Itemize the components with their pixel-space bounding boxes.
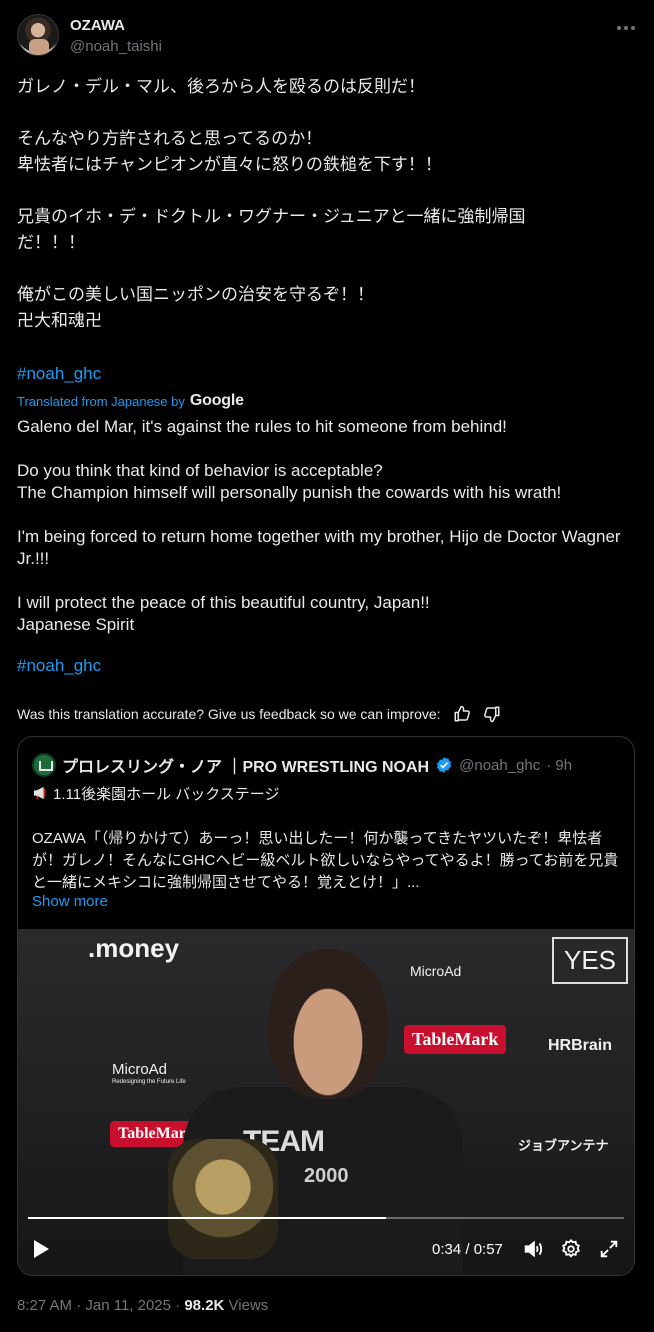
- hashtag-link[interactable]: #noah_ghc: [17, 364, 101, 384]
- translation-feedback: Was this translation accurate? Give us f…: [17, 704, 501, 724]
- tweet-text-translation: Galeno del Mar, it's against the rules t…: [17, 417, 621, 634]
- backdrop-logo-hrbrain: HRBrain: [548, 1037, 613, 1054]
- backdrop-logo-money: .money: [88, 933, 180, 963]
- thumbs-down-icon[interactable]: [483, 705, 501, 723]
- quote-header: プロレスリング・ノア ｜PRO WRESTLING NOAH @noah_ghc…: [32, 753, 572, 777]
- backdrop-tagline: Redesigning the Future Life: [112, 1079, 186, 1085]
- google-logo: Google: [189, 392, 244, 409]
- quote-author-handle[interactable]: @noah_ghc: [459, 757, 540, 774]
- championship-belt: [168, 1139, 278, 1259]
- tweet-header: OZAWA @noah_taishi: [17, 14, 637, 58]
- volume-icon[interactable]: [522, 1238, 544, 1260]
- video-time: 0:34 / 0:57: [432, 1241, 503, 1258]
- verified-badge-icon: [437, 757, 452, 773]
- views-count: 98.2K: [184, 1297, 225, 1314]
- author-display-name[interactable]: OZAWA: [70, 17, 125, 34]
- video-progress-bar[interactable]: [28, 1217, 624, 1219]
- video-progress-fill: [28, 1217, 386, 1219]
- tweet-timestamp[interactable]: 8:27 AM · Jan 11, 2025: [17, 1297, 171, 1314]
- quote-title-line: 1.11後楽園ホール バックステージ: [53, 786, 280, 803]
- video-person-head: [268, 949, 388, 1099]
- fullscreen-icon[interactable]: [598, 1238, 620, 1260]
- quote-tweet-card[interactable]: プロレスリング・ノア ｜PRO WRESTLING NOAH @noah_ghc…: [17, 736, 635, 1276]
- settings-icon[interactable]: [560, 1238, 582, 1260]
- backdrop-logo-jobantenna: ジョブアンテナ: [518, 1138, 609, 1153]
- play-icon[interactable]: [32, 1239, 50, 1259]
- shirt-print-2000: 2000: [304, 1165, 349, 1187]
- backdrop-logo-microad: MicroAd: [410, 963, 462, 979]
- backdrop-logo-tablemark: TableMark: [404, 1025, 507, 1054]
- author-handle[interactable]: @noah_taishi: [70, 38, 162, 55]
- more-icon[interactable]: [615, 18, 637, 38]
- quote-author-name[interactable]: プロレスリング・ノア ｜PRO WRESTLING NOAH: [62, 753, 429, 777]
- quote-time[interactable]: · 9h: [546, 757, 572, 774]
- tweet-meta: 8:27 AM · Jan 11, 2025 · 98.2K Views: [17, 1297, 268, 1314]
- views-label: Views: [228, 1297, 269, 1314]
- quote-avatar[interactable]: [32, 753, 56, 777]
- backdrop-logo-yes: YES: [552, 937, 629, 984]
- video-player[interactable]: .money MicroAd YES TableMark HRBrain Mic…: [18, 929, 634, 1275]
- meta-separator: ·: [175, 1297, 181, 1314]
- avatar[interactable]: [17, 14, 59, 56]
- hashtag-link-translation[interactable]: #noah_ghc: [17, 656, 101, 676]
- thumbs-up-icon[interactable]: [453, 705, 471, 723]
- megaphone-icon: [34, 786, 46, 800]
- quote-text: 1.11後楽園ホール バックステージ OZAWA「（帰りかけて）あーっ！思い出し…: [32, 784, 622, 894]
- quote-body: OZAWA「（帰りかけて）あーっ！思い出したー！何か襲ってきたヤツいたぞ！卑怯者…: [32, 830, 619, 891]
- feedback-prompt: Was this translation accurate? Give us f…: [17, 706, 441, 722]
- translated-label[interactable]: Translated from Japanese by: [17, 394, 185, 409]
- backdrop-logo-microad-2: MicroAd: [112, 1061, 168, 1078]
- tweet-text-japanese: ガレノ・デル・マル、後ろから人を殴るのは反則だ！ そんなやり方許されると思ってる…: [17, 77, 526, 330]
- translation-attribution: Translated from Japanese by Google: [17, 391, 244, 411]
- show-more-link[interactable]: Show more: [32, 893, 108, 910]
